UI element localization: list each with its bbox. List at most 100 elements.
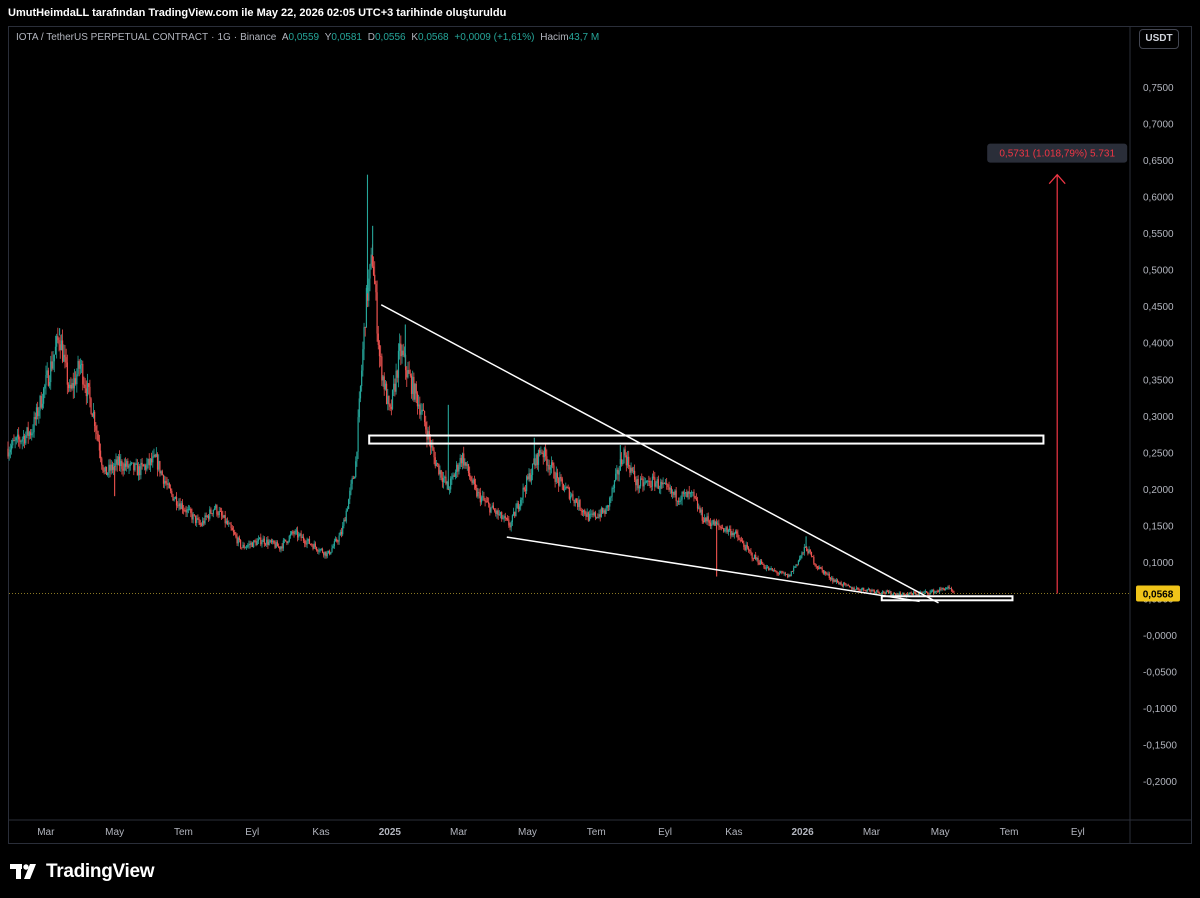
candle-body: [380, 356, 382, 357]
candle-body: [71, 383, 73, 389]
candle-body: [450, 478, 452, 490]
candle-body: [660, 481, 662, 489]
candle-body: [448, 489, 451, 491]
candle-body: [582, 510, 585, 513]
candle-body: [330, 552, 332, 555]
legend-symbol[interactable]: IOTA / TetherUS PERPETUAL CONTRACT: [16, 32, 208, 43]
candle-body: [248, 543, 250, 546]
candle-body: [531, 463, 534, 475]
candle-body: [727, 529, 729, 532]
candle-body: [173, 498, 175, 501]
legend-exchange: Binance: [240, 32, 277, 43]
candle-body: [451, 476, 453, 479]
candle-body: [617, 469, 619, 475]
candle-body: [337, 541, 339, 543]
candle-body: [865, 590, 867, 592]
candle-body: [912, 592, 915, 595]
candle-body: [180, 503, 182, 509]
currency-button[interactable]: USDT: [1139, 29, 1179, 49]
candle-body: [432, 445, 434, 451]
candle-body: [851, 586, 853, 590]
candle-body: [714, 521, 716, 526]
candle-body: [482, 496, 484, 498]
candle-body: [69, 384, 71, 389]
candle-body: [650, 486, 652, 487]
candle-body: [825, 571, 827, 574]
candle-body: [332, 546, 334, 549]
candle-body: [746, 544, 748, 548]
candle-body: [345, 510, 347, 522]
candle-body: [657, 479, 659, 489]
candle-body: [601, 508, 604, 513]
candle-body: [101, 458, 103, 466]
candle-body: [193, 514, 195, 516]
candle-body: [607, 505, 610, 507]
candle-body: [425, 422, 427, 430]
candle-body: [761, 560, 763, 565]
lower-trendline[interactable]: [506, 536, 920, 603]
y-tick-label: 0,7500: [1143, 83, 1174, 94]
candle-body: [486, 501, 489, 503]
candle-body: [842, 582, 845, 586]
candle-body: [826, 573, 828, 575]
candle-body: [827, 573, 829, 575]
candle-body: [287, 541, 289, 544]
candle-body: [490, 507, 492, 513]
candle-body: [126, 461, 128, 467]
candle-body: [219, 510, 222, 512]
candle-body: [713, 520, 715, 526]
candle-body: [649, 480, 651, 487]
y-tick-label: 0,3500: [1143, 375, 1174, 386]
candle-body: [702, 520, 705, 523]
candle-body: [353, 476, 356, 479]
candle-body: [118, 456, 121, 467]
candle-body: [509, 525, 511, 528]
candle-body: [197, 518, 199, 520]
candle-body: [749, 550, 751, 552]
candle-body: [38, 410, 40, 417]
price-chart[interactable]: 0,7500 0,7000 0,6500 0,6000 0,5500 0,5000 0,45…: [0, 0, 1200, 898]
candle-body: [342, 525, 344, 535]
candle-body: [787, 574, 789, 578]
candle-body: [667, 484, 669, 487]
candle-body: [143, 465, 146, 467]
candle-body: [662, 483, 664, 485]
candle-body: [53, 354, 55, 362]
candle-body: [680, 499, 682, 501]
candle-body: [388, 396, 390, 405]
candle-body: [696, 500, 699, 509]
candle-body: [679, 500, 681, 502]
candle-body: [334, 539, 337, 542]
x-tick-label: May: [518, 827, 537, 838]
candle-body: [707, 516, 709, 522]
candle-body: [725, 527, 727, 531]
y-tick-label: -0,1500: [1143, 741, 1177, 752]
candle-body: [338, 535, 340, 542]
candle-body: [22, 436, 25, 440]
candle-body: [301, 536, 303, 539]
candle-body: [611, 488, 613, 497]
candle-body: [866, 589, 868, 592]
candle-body: [269, 540, 271, 542]
candle-body: [251, 542, 254, 548]
candle-body: [512, 512, 515, 516]
candle-body: [437, 463, 439, 465]
candle-body: [384, 383, 387, 390]
candle-body: [610, 496, 612, 498]
candle-body: [537, 450, 540, 465]
candle-body: [213, 508, 216, 510]
y-tick-label: 0,4000: [1143, 339, 1174, 350]
candle-body: [892, 593, 894, 595]
tradingview-logo[interactable]: TradingView: [10, 861, 155, 882]
upper-trendline[interactable]: [380, 304, 939, 604]
candle-body: [302, 536, 305, 541]
candle-body: [469, 472, 471, 477]
legend-interval[interactable]: 1G: [217, 32, 230, 43]
candle-body: [878, 591, 880, 594]
candle-body: [590, 513, 592, 515]
resistance-zone-rect[interactable]: [368, 434, 1045, 445]
candle-body: [39, 396, 41, 411]
candle-body: [559, 476, 561, 486]
candle-body: [724, 530, 726, 532]
candle-body: [148, 458, 150, 466]
